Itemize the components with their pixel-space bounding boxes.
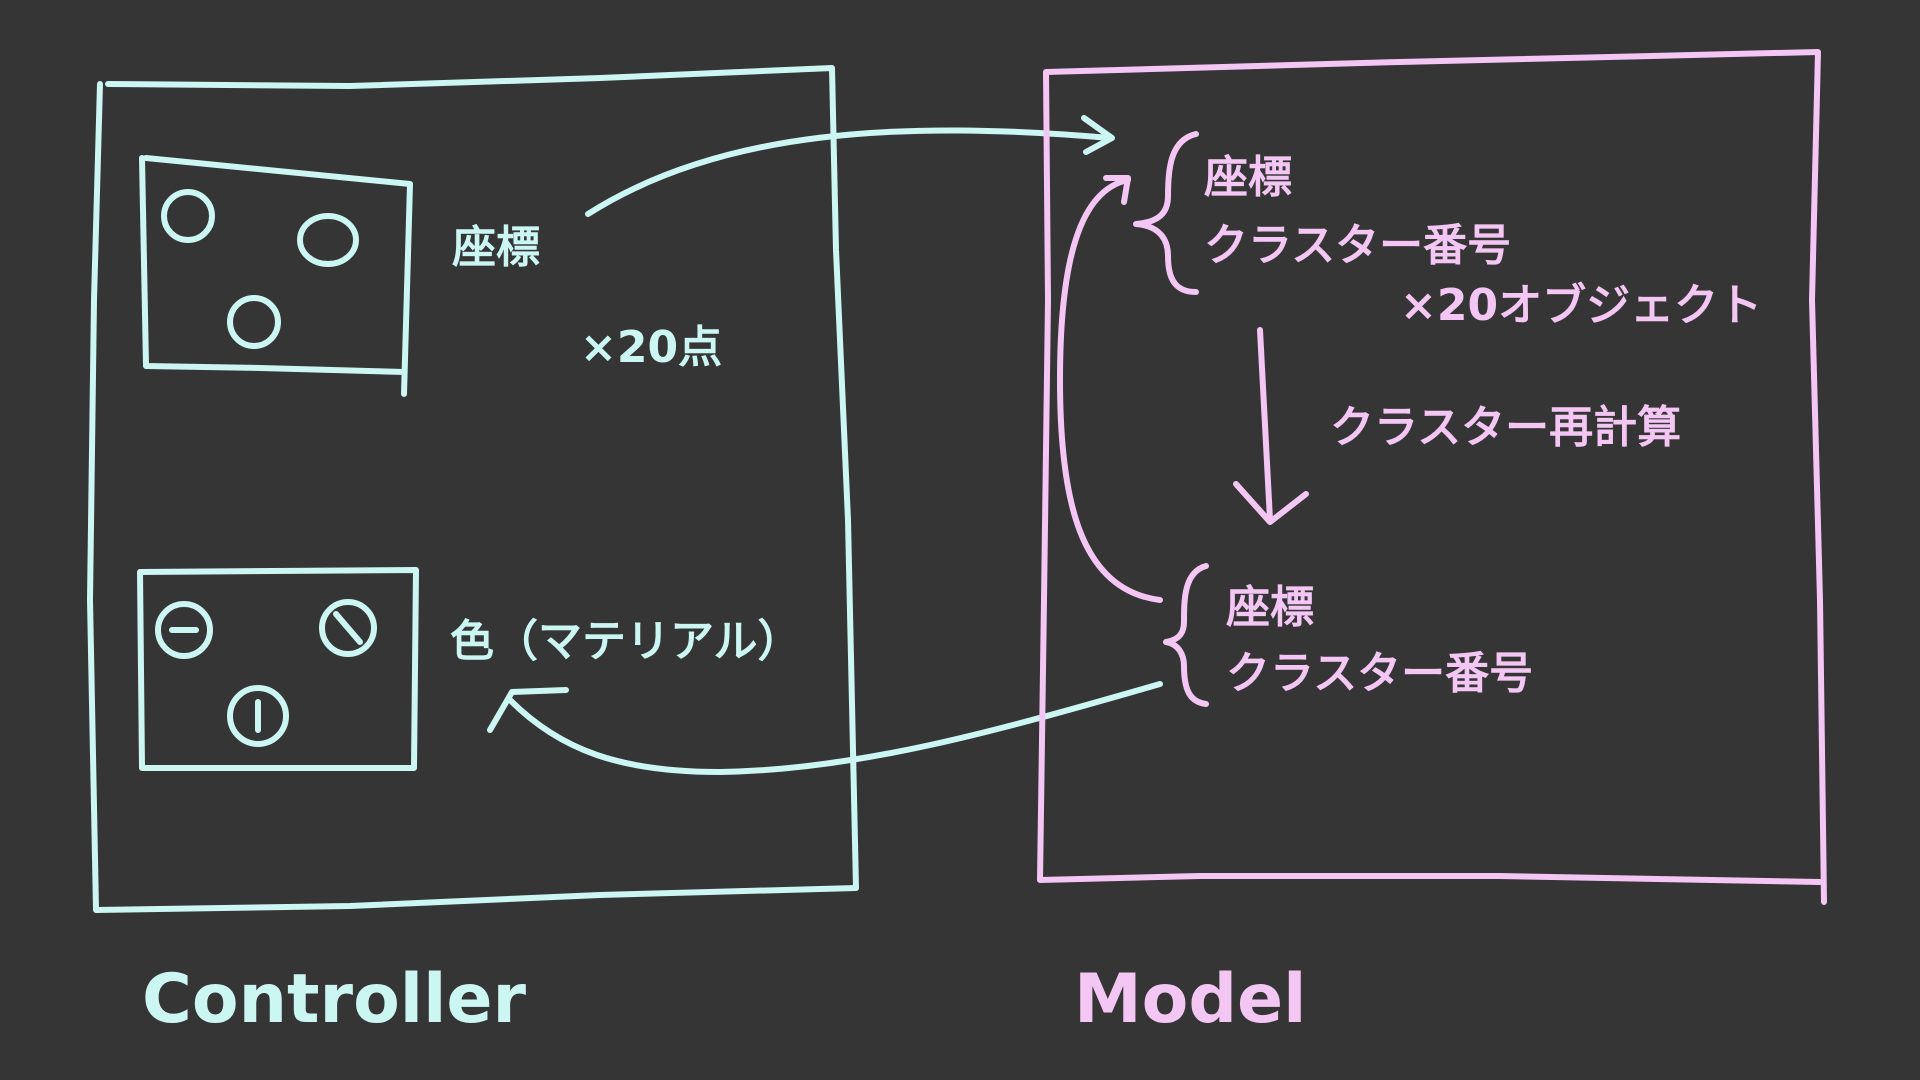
arrowhead-icon [487,687,569,733]
coordinate-point-icon [297,213,359,267]
controller-count-label: ×20点 [580,322,723,373]
model-caption: Model [1074,960,1307,1039]
send-coordinates-arrow [585,127,1113,217]
return-material-arrow [507,681,1163,775]
mvc-diagram: 座標 ×20点 色（マテリアル） Controller 座標 クラスター番号 ×… [0,0,1920,1080]
brace-icon [1163,563,1209,707]
model-object-count-label: ×20オブジェクト [1400,280,1763,331]
controller-caption: Controller [142,960,527,1039]
loop-back-arrow [1057,177,1163,603]
coordinate-point-icon [227,295,281,349]
controller-material-label: 色（マテリアル） [450,616,802,667]
brace-icon [1133,131,1199,295]
controller-coordinates-label: 座標 [452,222,540,273]
model-group2-coordinates: 座標 [1226,582,1314,633]
model-frame [1037,49,1827,905]
model-group1-coordinates: 座標 [1204,152,1292,203]
recalculate-arrow [1257,327,1273,523]
sketch-canvas [87,49,1827,913]
model-group1-cluster-number: クラスター番号 [1204,220,1512,271]
controller-frame [87,65,859,913]
coordinate-point-icon [161,189,215,243]
model-recalculate-label: クラスター再計算 [1330,402,1682,453]
model-group2-cluster-number: クラスター番号 [1226,648,1534,699]
